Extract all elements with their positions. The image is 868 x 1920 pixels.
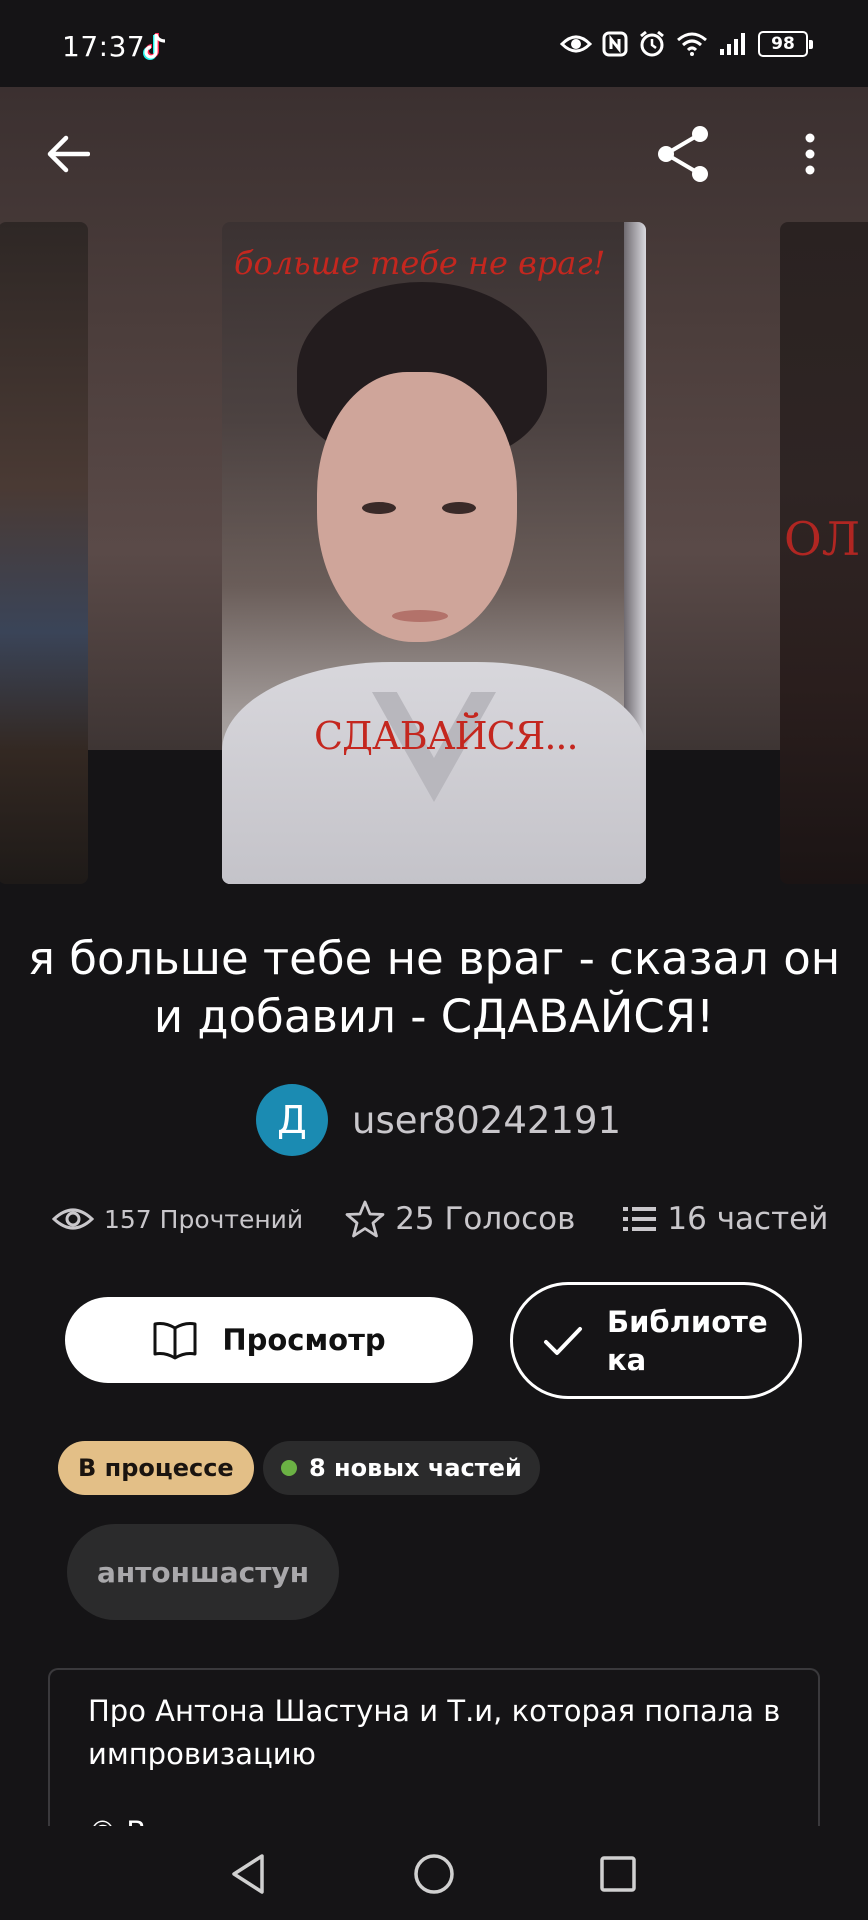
wifi-icon xyxy=(677,32,707,56)
more-vert-icon xyxy=(805,133,815,175)
avatar[interactable]: Д xyxy=(256,1084,328,1156)
home-circle-icon xyxy=(414,1854,454,1894)
status-icons: 98 xyxy=(560,30,813,58)
preview-button-label: Просмотр xyxy=(222,1323,386,1357)
battery-level: 98 xyxy=(771,34,795,54)
reads-count: 157 Прочтений xyxy=(104,1204,304,1234)
cover-face xyxy=(317,372,517,642)
checkmark-icon xyxy=(544,1326,582,1355)
story-stats: 157 Прочтений 25 Голосов 16 частей xyxy=(52,1200,832,1238)
list-icon xyxy=(623,1207,657,1231)
alarm-icon xyxy=(640,30,664,57)
eye-icon xyxy=(52,1208,94,1230)
share-icon xyxy=(658,126,708,182)
author-name[interactable]: user80242191 xyxy=(352,1099,621,1142)
story-cover[interactable]: больше тебе не враг! СДАВАЙСЯ... xyxy=(222,222,646,884)
share-button[interactable] xyxy=(652,122,716,186)
status-badge: В процессе xyxy=(58,1441,254,1495)
new-parts-badge: 8 новых частей xyxy=(263,1441,540,1495)
votes-stat: 25 Голосов xyxy=(345,1200,575,1238)
description-text: Про Антона Шастуна и Т.и, которая попала… xyxy=(88,1694,781,1771)
eye-icon xyxy=(560,35,592,53)
parts-stat: 16 частей xyxy=(623,1201,828,1237)
back-button[interactable] xyxy=(36,122,100,186)
recents-square-icon xyxy=(600,1856,636,1892)
nav-recents-button[interactable] xyxy=(590,1846,646,1902)
nav-back-button[interactable] xyxy=(220,1846,276,1902)
description-box[interactable]: Про Антона Шастуна и Т.и, которая попала… xyxy=(48,1668,820,1828)
cover-eye-left xyxy=(362,502,396,514)
cover-mouth xyxy=(392,610,448,622)
library-button-label: Библиотека xyxy=(607,1304,768,1377)
more-options-button[interactable] xyxy=(778,122,842,186)
nav-home-button[interactable] xyxy=(406,1846,462,1902)
new-parts-label: 8 новых частей xyxy=(309,1454,522,1482)
tiktok-icon xyxy=(143,33,166,60)
votes-count: 25 Голосов xyxy=(395,1201,576,1237)
status-bar: 17:37 98 xyxy=(0,0,868,87)
system-nav-bar xyxy=(0,1826,868,1920)
next-cover[interactable]: ОЛ xyxy=(780,222,868,884)
star-icon xyxy=(345,1200,385,1238)
author-row[interactable]: Д user80242191 xyxy=(256,1084,621,1156)
reads-stat: 157 Прочтений xyxy=(52,1205,303,1234)
story-title: я больше тебе не враг - сказал он и доба… xyxy=(27,932,841,1043)
signal-icon xyxy=(720,33,745,55)
previous-cover[interactable] xyxy=(0,222,88,884)
next-cover-text: ОЛ xyxy=(784,512,861,566)
back-arrow-icon xyxy=(47,135,90,173)
back-triangle-icon xyxy=(232,1854,264,1894)
parts-count: 16 частей xyxy=(667,1201,829,1237)
cover-bottom-text: СДАВАЙСЯ... xyxy=(314,714,579,758)
nfc-icon xyxy=(602,31,628,57)
tag-chip[interactable]: антоншастун xyxy=(67,1524,339,1620)
cover-top-text: больше тебе не враг! xyxy=(234,244,606,282)
status-time: 17:37 xyxy=(62,30,146,63)
library-button[interactable]: Библиотека xyxy=(510,1282,802,1399)
new-dot-icon xyxy=(281,1460,297,1476)
preview-button[interactable]: Просмотр xyxy=(65,1297,473,1383)
battery-icon: 98 xyxy=(758,31,813,57)
open-book-icon xyxy=(153,1322,197,1360)
cover-eye-right xyxy=(442,502,476,514)
